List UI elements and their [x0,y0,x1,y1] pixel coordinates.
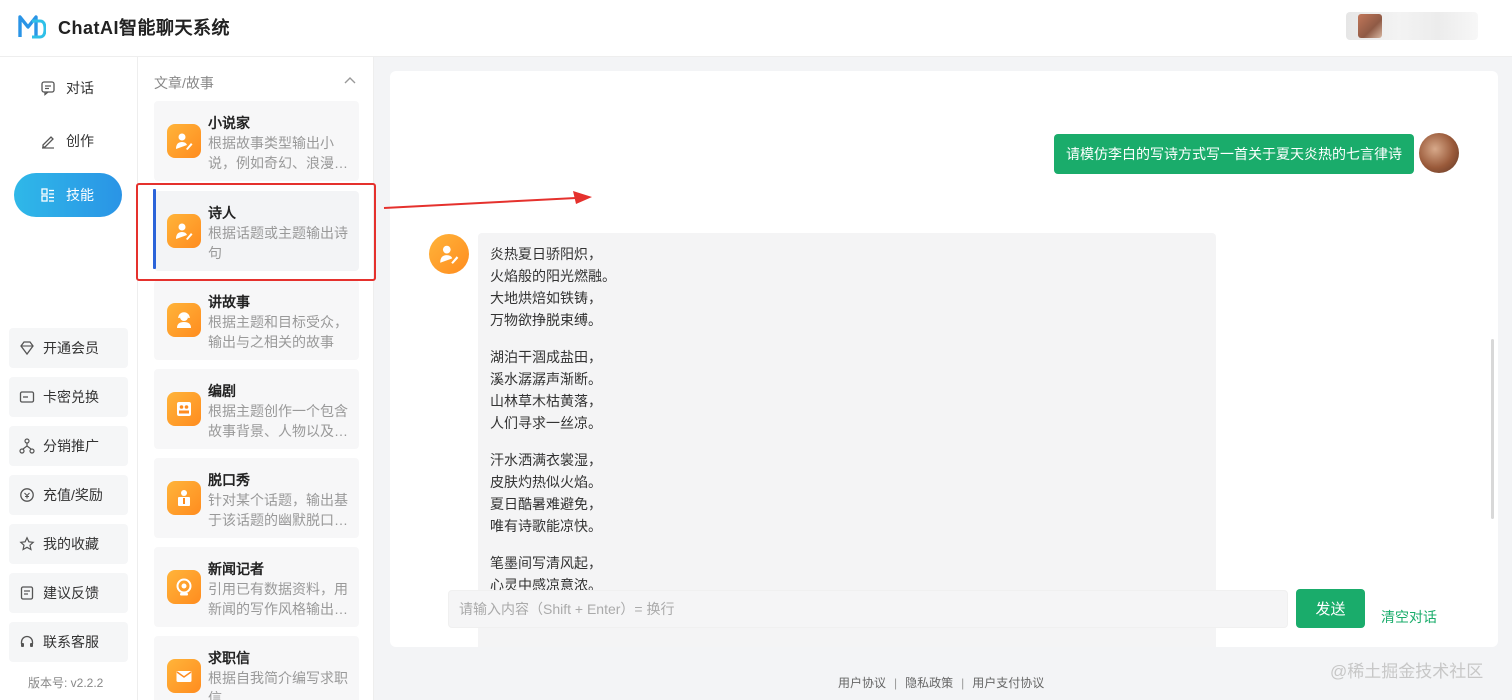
menu-label: 我的收藏 [43,536,99,552]
skill-name: 脱口秀 [208,472,250,488]
app-logo-icon[interactable] [18,13,46,41]
menu-label: 建议反馈 [43,585,99,601]
skill-desc: 根据自我简介编写求职信 [208,670,348,700]
annotation-arrow-icon [383,191,592,209]
poem-line: 皮肤灼热似火焰。 [490,474,602,490]
scrollbar[interactable] [1491,339,1494,519]
menu-label: 卡密兑换 [43,389,99,405]
poem-stanza: 湖泊干涸成盐田， 溪水潺潺声渐断。 山林草木枯黄落， 人们寻求一丝凉。 [490,346,1204,434]
cover-letter-icon [167,659,201,693]
poem-line: 炎热夏日骄阳炽， [490,246,602,262]
divider: | [894,675,898,690]
skill-name: 小说家 [208,115,250,131]
share-icon [19,438,35,454]
poem-line: 万物欲挣脱束缚。 [490,312,602,328]
avatar[interactable] [1358,14,1382,38]
storyteller-icon [167,303,201,337]
poem-stanza: 汗水洒满衣裳湿， 皮肤灼热似火焰。 夏日酷暑难避免， 唯有诗歌能凉快。 [490,449,1204,537]
clear-chat-link[interactable]: 清空对话 [1381,607,1437,627]
menu-label: 开通会员 [43,340,99,356]
skill-desc: 针对某个话题，输出基于该话题的幽默脱口… [208,492,348,528]
poem-line: 山林草木枯黄落， [490,393,602,409]
payment-agreement-link[interactable]: 用户支付协议 [972,674,1044,691]
annotation-highlight-box [136,183,376,281]
journalist-icon [167,570,201,604]
skill-name: 讲故事 [208,294,250,310]
poem-line: 湖泊干涸成盐田， [490,349,602,365]
privacy-policy-link[interactable]: 隐私政策 [905,674,953,691]
send-button[interactable]: 发送 [1296,589,1365,628]
card-icon [19,389,35,405]
skill-desc: 引用已有数据资料，用新闻的写作风格输出… [208,581,348,617]
skill-card-talkshow[interactable]: 脱口秀 针对某个话题，输出基于该话题的幽默脱口… [154,458,359,538]
user-profile[interactable] [1346,12,1478,40]
top-header: ChatAI智能聊天系统 [0,0,1512,57]
chat-icon [40,80,56,96]
nav-item-create[interactable]: 创作 [14,119,122,163]
skill-name: 新闻记者 [208,561,264,577]
recharge-icon [19,487,35,503]
poem-line: 夏日酷暑难避免， [490,496,602,512]
skill-desc: 根据主题创作一个包含故事背景、人物以及… [208,403,348,439]
star-icon [19,536,35,552]
skill-card-storyteller[interactable]: 讲故事 根据主题和目标受众，输出与之相关的故事 [154,280,359,360]
menu-label: 分销推广 [43,438,99,454]
avatar [1419,133,1459,173]
skill-name: 求职信 [208,650,250,666]
nav-item-chat[interactable]: 对话 [14,66,122,110]
skill-desc: 根据主题和目标受众，输出与之相关的故事 [208,314,348,350]
menu-share-button[interactable]: 分销推广 [9,426,128,466]
message-input[interactable] [448,590,1288,628]
novelist-icon [167,124,201,158]
menu-vip-button[interactable]: 开通会员 [9,328,128,368]
skill-card-journalist[interactable]: 新闻记者 引用已有数据资料，用新闻的写作风格输出… [154,547,359,627]
menu-recharge-button[interactable]: 充值/奖励 [9,475,128,515]
chevron-up-icon[interactable] [344,76,356,84]
user-agreement-link[interactable]: 用户协议 [838,674,886,691]
menu-support-button[interactable]: 联系客服 [9,622,128,662]
watermark: @稀土掘金技术社区 [1330,662,1484,681]
bot-message: 炎热夏日骄阳炽， 火焰般的阳光燃融。 大地烘焙如铁铸， 万物欲挣脱束缚。 湖泊干… [478,233,1216,647]
feedback-icon [19,585,35,601]
skill-card-screenwriter[interactable]: 编剧 根据主题创作一个包含故事背景、人物以及… [154,369,359,449]
menu-label: 充值/奖励 [43,487,103,503]
category-title: 文章/故事 [154,75,214,91]
skill-name: 编剧 [208,383,236,399]
skills-panel: 文章/故事 小说家 根据故事类型输出小说，例如奇幻、浪漫… 诗人 根据话题或主题… [138,57,374,700]
skills-icon [40,187,56,203]
nav-item-skills[interactable]: 技能 [14,173,122,217]
edit-icon [40,133,56,149]
diamond-icon [19,340,35,356]
menu-label: 联系客服 [43,634,99,650]
poem-line: 大地烘焙如铁铸， [490,290,602,306]
divider: | [961,675,965,690]
skill-desc: 根据故事类型输出小说，例如奇幻、浪漫… [208,135,348,171]
poem-line: 汗水洒满衣裳湿， [490,452,602,468]
app-title: ChatAI智能聊天系统 [58,18,230,38]
nav-label: 创作 [66,133,94,149]
screenwriter-icon [167,392,201,426]
menu-card-button[interactable]: 卡密兑换 [9,377,128,417]
left-nav: 对话 创作 技能 开通会员 卡密兑换 分销推广 充值/奖励 我的收藏 建议反馈 [0,57,138,700]
poem-line: 人们寻求一丝凉。 [490,415,602,431]
headset-icon [19,634,35,650]
bot-avatar-icon [429,234,469,274]
skill-card-cover-letter[interactable]: 求职信 根据自我简介编写求职信 [154,636,359,700]
menu-feedback-button[interactable]: 建议反馈 [9,573,128,613]
poem-stanza: 炎热夏日骄阳炽， 火焰般的阳光燃融。 大地烘焙如铁铸， 万物欲挣脱束缚。 [490,243,1204,331]
poem-line: 唯有诗歌能凉快。 [490,518,602,534]
menu-favorites-button[interactable]: 我的收藏 [9,524,128,564]
footer-links: 用户协议 | 隐私政策 | 用户支付协议 [838,674,1044,691]
poem-line: 火焰般的阳光燃融。 [490,268,616,284]
poem-line: 笔墨间写清风起， [490,555,602,571]
chat-panel: 请模仿李白的写诗方式写一首关于夏天炎热的七言律诗 炎热夏日骄阳炽， 火焰般的阳光… [390,71,1498,647]
nav-label: 对话 [66,80,94,96]
poem-line: 溪水潺潺声渐断。 [490,371,602,387]
version-label: 版本号: v2.2.2 [28,676,104,690]
user-message: 请模仿李白的写诗方式写一首关于夏天炎热的七言律诗 [1054,134,1414,174]
skill-card-novelist[interactable]: 小说家 根据故事类型输出小说，例如奇幻、浪漫… [154,101,359,181]
nav-label: 技能 [66,187,94,203]
talkshow-icon [167,481,201,515]
